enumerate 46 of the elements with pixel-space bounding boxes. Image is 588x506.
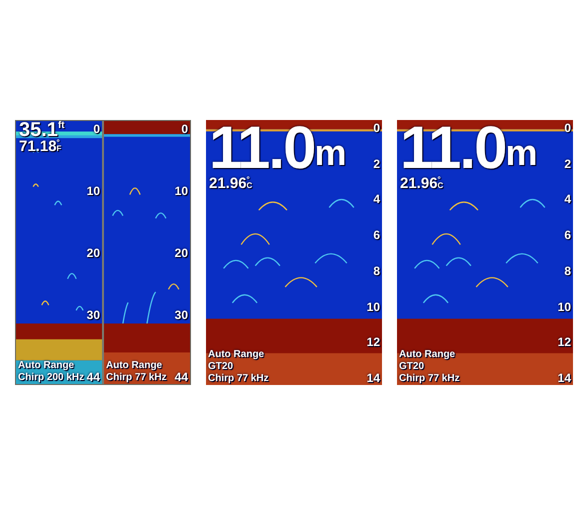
depth-scale-label: 14 — [558, 370, 571, 385]
depth-scale-label: 0 — [373, 121, 380, 135]
depth-scale-label: 6 — [373, 228, 380, 242]
depth-scale-label: 20 — [174, 246, 188, 260]
depth-scale-label: 30 — [174, 308, 188, 322]
temperature-reading: 21.96 — [400, 176, 438, 191]
sonar-info-label: Auto Range — [399, 349, 456, 361]
depth-scale-label: 12 — [366, 335, 380, 350]
depth-unit: ft — [58, 122, 65, 130]
depth-scale-label: 20 — [86, 246, 100, 260]
depth-scale-label: 0 — [564, 121, 571, 135]
depth-scale-label: 2 — [564, 156, 571, 171]
depth-reading: 11.0 — [209, 120, 314, 176]
depth-scale-label: 8 — [564, 264, 571, 278]
depth-scale-label: 10 — [366, 300, 380, 314]
sonar-info-label: Auto Range — [208, 349, 266, 361]
temperature-unit: °F — [56, 140, 62, 153]
depth-scale-label: 44 — [86, 370, 100, 384]
depth-scale-label: 30 — [86, 308, 100, 322]
depth-scale-label: 12 — [558, 335, 571, 350]
sonar-info-label: Chirp 77 kHz — [208, 373, 269, 385]
temperature-unit: °C — [246, 177, 252, 190]
depth-scale-label: 4 — [373, 192, 380, 206]
sonar-info-label: GT20 — [399, 361, 426, 373]
depth-scale-label: 44 — [174, 370, 188, 384]
depth-scale-label: 14 — [366, 370, 380, 385]
sonar-info-label: Chirp 200 kHz — [18, 372, 84, 384]
temperature-unit: °C — [438, 177, 444, 190]
depth-reading: 11.0 — [400, 120, 506, 176]
depth-scale-label: 8 — [373, 264, 380, 278]
temperature-reading: 21.96 — [209, 176, 247, 191]
depth-scale-label: 6 — [564, 228, 571, 242]
depth-scale-label: 10 — [174, 184, 188, 198]
depth-scale-label: 0 — [181, 122, 188, 136]
depth-scale-label: 2 — [373, 156, 380, 171]
depth-scale-label: 10 — [558, 300, 571, 314]
depth-unit: m — [314, 138, 346, 168]
depth-unit: m — [505, 138, 538, 168]
sonar-info-label: Auto Range — [106, 360, 164, 372]
depth-scale-label: 10 — [86, 184, 100, 198]
sonar-info-label: Chirp 77 kHz — [399, 373, 460, 385]
sonar-info-label: GT20 — [208, 361, 234, 373]
temperature-reading: 71.18 — [19, 139, 57, 154]
sonar-info-label: Auto Range — [18, 360, 76, 372]
depth-scale-label: 4 — [564, 192, 571, 206]
sonar-info-label: Chirp 77 kHz — [106, 372, 167, 384]
